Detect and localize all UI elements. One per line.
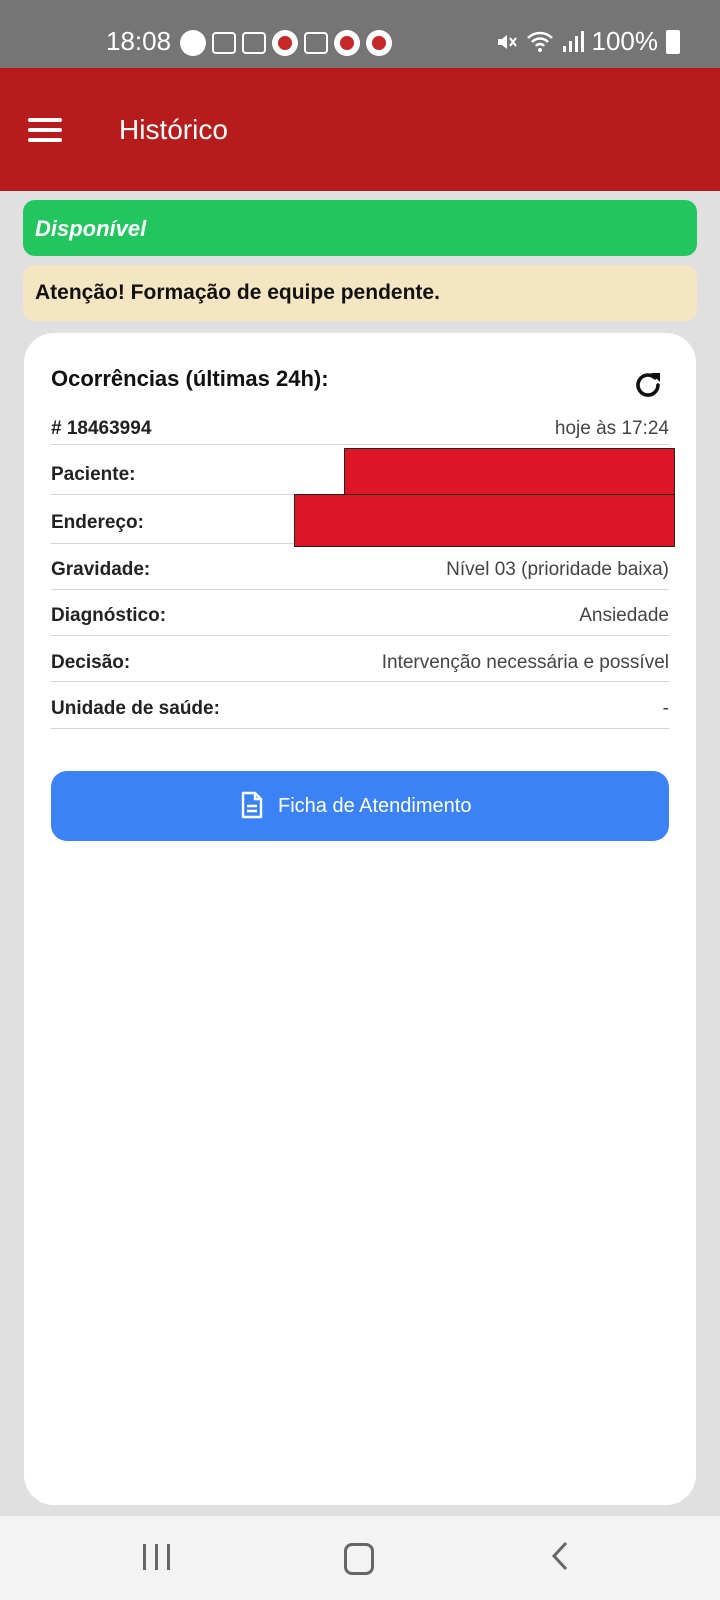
file-icon [241,791,263,819]
gravidade-label: Gravidade: [51,559,151,580]
gallery-icon [304,32,328,54]
battery-icon [666,29,680,54]
notification-icons [180,30,392,56]
unidade-value: - [662,698,669,719]
endereco-label: Endereço: [51,512,144,533]
recents-icon[interactable] [143,1544,170,1570]
warning-text: Atenção! Formação de equipe pendente. [35,281,440,304]
availability-banner: Disponível [23,200,697,256]
refresh-icon[interactable] [630,367,666,403]
gravidade-row: Gravidade: Nível 03 (prioridade baixa) [51,545,669,590]
wifi-icon [526,31,553,52]
battery-percent: 100% [591,26,659,56]
status-bar: 18:08 100% [0,0,720,68]
back-icon[interactable] [550,1540,570,1572]
missed-call-icon [242,32,266,54]
app-bar: Histórico [0,68,720,191]
decisao-value: Intervenção necessária e possível [381,652,669,673]
unidade-label: Unidade de saúde: [51,698,220,719]
signal-icon [562,30,584,52]
system-nav-bar [0,1516,720,1600]
occurrence-header-row: # 18463994 hoje às 17:24 [51,416,669,445]
menu-icon[interactable] [28,118,62,142]
app-icon [366,30,392,56]
mute-icon [497,34,517,49]
decisao-row: Decisão: Intervenção necessária e possív… [51,637,669,682]
warning-banner: Atenção! Formação de equipe pendente. [23,265,697,321]
system-icons: 100% [494,26,680,57]
status-time: 18:08 [106,26,172,56]
page-title: Histórico [119,114,228,145]
decisao-label: Decisão: [51,652,131,673]
paciente-label: Paciente: [51,464,136,485]
app-icon [334,30,360,56]
diagnostico-label: Diagnóstico: [51,605,167,626]
occurrence-id: # 18463994 [51,418,152,439]
unidade-row: Unidade de saúde: - [51,683,669,729]
availability-label: Disponível [35,216,147,241]
occurrences-card: Ocorrências (últimas 24h): # 18463994 ho… [24,333,696,1505]
ficha-atendimento-label: Ficha de Atendimento [278,795,472,817]
voicemail-icon [212,32,236,54]
paciente-redacted [344,448,675,496]
diagnostico-row: Diagnóstico: Ansiedade [51,591,669,636]
endereco-redacted [294,494,675,547]
home-icon[interactable] [344,1543,374,1575]
app-icon [272,30,298,56]
occurrence-time: hoje às 17:24 [554,418,669,439]
diagnostico-value: Ansiedade [579,605,669,626]
whatsapp-icon [180,30,206,56]
ficha-atendimento-button[interactable]: Ficha de Atendimento [51,771,669,841]
gravidade-value: Nível 03 (prioridade baixa) [446,559,669,580]
card-title: Ocorrências (últimas 24h): [51,366,329,391]
